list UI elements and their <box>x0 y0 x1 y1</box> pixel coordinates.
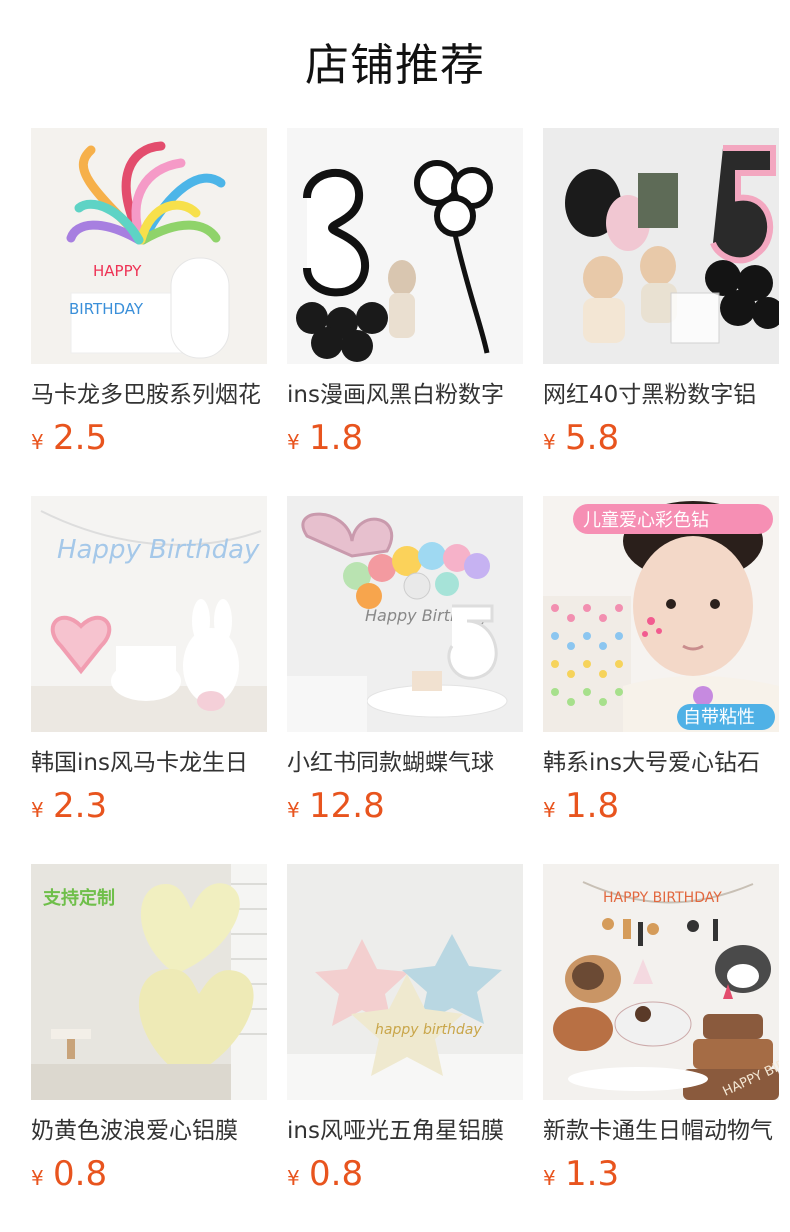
product-card[interactable]: 网红40寸黑粉数字铝 ¥5.8 <box>543 128 779 496</box>
price-amount: 1.3 <box>565 1154 620 1194</box>
product-name[interactable]: 网红40寸黑粉数字铝 <box>543 379 779 411</box>
rainbow-balloon-icon: HAPPY BIRTHDAY <box>31 128 267 364</box>
product-image[interactable]: Happy Birthday <box>31 496 267 732</box>
product-image[interactable]: HAPPY BIRTHDAY HAPPY BIRTHDAY <box>543 864 779 1100</box>
overlay-text: HAPPY <box>93 262 142 280</box>
number-5-balloon-icon <box>543 128 779 364</box>
currency-symbol: ¥ <box>31 1166 44 1190</box>
product-price: ¥1.8 <box>287 418 363 458</box>
currency-symbol: ¥ <box>31 430 44 454</box>
product-image[interactable]: 支持定制 <box>31 864 267 1100</box>
birthday-banner-icon: Happy Birthday <box>31 496 267 732</box>
dog-balloon-icon: HAPPY BIRTHDAY HAPPY BIRTHDAY <box>543 864 779 1100</box>
currency-symbol: ¥ <box>543 798 556 822</box>
product-image[interactable]: Happy Birthday <box>287 496 523 732</box>
product-card[interactable]: 儿童爱心彩色钻 自带粘性 韩系ins大号爱心钻石 ¥1.8 <box>543 496 779 864</box>
product-card[interactable]: 支持定制 奶黄色波浪爱心铝膜 ¥0.8 <box>31 864 267 1232</box>
currency-symbol: ¥ <box>31 798 44 822</box>
price-amount: 1.8 <box>565 786 620 826</box>
product-image[interactable]: HAPPY BIRTHDAY <box>31 128 267 364</box>
product-price: ¥0.8 <box>31 1154 107 1194</box>
currency-symbol: ¥ <box>543 1166 556 1190</box>
product-name[interactable]: 新款卡通生日帽动物气 <box>543 1115 779 1147</box>
product-price: ¥1.3 <box>543 1154 619 1194</box>
currency-symbol: ¥ <box>287 798 300 822</box>
product-grid: HAPPY BIRTHDAY 马卡龙多巴胺系列烟花 ¥2.5 ins漫画风黑白粉… <box>31 128 779 1232</box>
overlay-text: happy birthday <box>375 1022 482 1038</box>
product-image[interactable]: happy birthday <box>287 864 523 1100</box>
product-name[interactable]: 马卡龙多巴胺系列烟花 <box>31 379 267 411</box>
product-price: ¥1.8 <box>543 786 619 826</box>
currency-symbol: ¥ <box>287 430 300 454</box>
product-name[interactable]: 韩系ins大号爱心钻石 <box>543 747 779 779</box>
number-3-balloon-icon <box>287 128 523 364</box>
currency-symbol: ¥ <box>287 1166 300 1190</box>
product-name[interactable]: ins风哑光五角星铝膜 <box>287 1115 523 1147</box>
product-price: ¥0.8 <box>287 1154 363 1194</box>
product-price: ¥5.8 <box>543 418 619 458</box>
product-price: ¥2.3 <box>31 786 107 826</box>
overlay-text: BIRTHDAY <box>69 300 144 318</box>
product-image[interactable]: 儿童爱心彩色钻 自带粘性 <box>543 496 779 732</box>
price-amount: 0.8 <box>53 1154 108 1194</box>
heart-balloon-icon: 支持定制 <box>31 864 267 1100</box>
product-card[interactable]: Happy Birthday 韩国ins风马卡龙生日 ¥2.3 <box>31 496 267 864</box>
price-amount: 2.5 <box>53 418 108 458</box>
product-name[interactable]: ins漫画风黑白粉数字 <box>287 379 523 411</box>
product-price: ¥2.5 <box>31 418 107 458</box>
product-card[interactable]: ins漫画风黑白粉数字 ¥1.8 <box>287 128 523 496</box>
price-amount: 12.8 <box>309 786 385 826</box>
overlay-text: Happy Birthday <box>57 535 260 565</box>
product-name[interactable]: 小红书同款蝴蝶气球 <box>287 747 523 779</box>
product-price: ¥12.8 <box>287 786 385 826</box>
overlay-text: 支持定制 <box>42 887 115 909</box>
product-card[interactable]: Happy Birthday 小红书同款蝴蝶气球 ¥12.8 <box>287 496 523 864</box>
overlay-text: 儿童爱心彩色钻 <box>583 510 709 531</box>
heart-gem-sticker-icon: 儿童爱心彩色钻 自带粘性 <box>543 496 779 732</box>
product-image[interactable] <box>543 128 779 364</box>
product-name[interactable]: 韩国ins风马卡龙生日 <box>31 747 267 779</box>
price-amount: 1.8 <box>309 418 364 458</box>
currency-symbol: ¥ <box>543 430 556 454</box>
product-card[interactable]: HAPPY BIRTHDAY 马卡龙多巴胺系列烟花 ¥2.5 <box>31 128 267 496</box>
overlay-text: HAPPY BIRTHDAY <box>603 890 722 906</box>
product-image[interactable] <box>287 128 523 364</box>
product-card[interactable]: happy birthday ins风哑光五角星铝膜 ¥0.8 <box>287 864 523 1232</box>
bow-balloon-icon: Happy Birthday <box>287 496 523 732</box>
price-amount: 0.8 <box>309 1154 364 1194</box>
price-amount: 2.3 <box>53 786 108 826</box>
overlay-text: 自带粘性 <box>683 707 755 728</box>
section-title: 店铺推荐 <box>305 40 485 91</box>
price-amount: 5.8 <box>565 418 620 458</box>
product-name[interactable]: 奶黄色波浪爱心铝膜 <box>31 1115 267 1147</box>
star-balloon-icon: happy birthday <box>287 864 523 1100</box>
product-card[interactable]: HAPPY BIRTHDAY HAPPY BIRTHDAY 新款卡通生日帽动物气 <box>543 864 779 1232</box>
